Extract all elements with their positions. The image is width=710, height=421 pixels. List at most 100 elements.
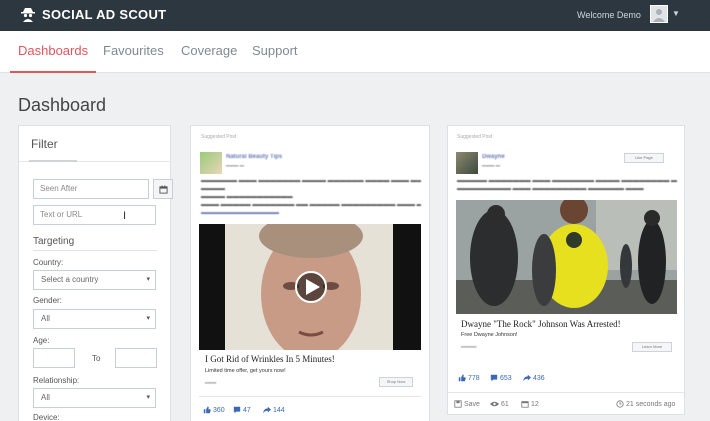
advertiser-thumbnail	[456, 152, 478, 174]
share-icon	[263, 406, 271, 414]
save-label: Save	[464, 400, 480, 408]
avatar[interactable]	[650, 5, 668, 23]
tab-favourites[interactable]: Favourites	[103, 31, 164, 73]
tab-dashboards[interactable]: Dashboards	[10, 31, 97, 73]
device-label: Device:	[33, 413, 60, 421]
sponsored-label: Suggested Post	[457, 134, 493, 140]
ad-image-scene	[456, 200, 677, 314]
post-text-line: ▬▬▬▬▬▬▬▬▬ ▬▬▬ ▬▬▬▬▬▬▬▬▬ ▬▬▬▬▬▬ ▬▬▬	[457, 186, 644, 192]
country-label: Country:	[33, 258, 64, 267]
age-to-label: To	[92, 354, 101, 363]
sponsored-label: Suggested Post	[201, 134, 237, 140]
chevron-down-icon: ▾	[146, 315, 150, 322]
views-stat: 61	[490, 400, 509, 408]
age-from-input[interactable]	[33, 348, 75, 368]
comment-icon	[233, 406, 241, 414]
main-nav: Dashboards Favourites Coverage Support	[0, 31, 710, 73]
tab-support[interactable]: Support	[252, 31, 298, 73]
ad-video[interactable]	[199, 224, 421, 350]
comment-icon	[490, 374, 498, 382]
shares-stat[interactable]: 436	[523, 374, 545, 382]
post-text-line: ▬▬▬ ▬▬▬▬▬ ▬▬▬▬▬▬▬ ▬▬ ▬▬▬▬▬ ▬▬▬▬▬▬▬▬▬ ▬▬▬…	[201, 202, 421, 208]
ad-description: Free Dwayne Johnson!	[461, 332, 518, 338]
shares-count: 436	[533, 374, 545, 382]
chevron-down-icon[interactable]: ▼	[672, 9, 680, 18]
section-divider	[33, 250, 157, 251]
spy-icon	[21, 8, 35, 22]
post-text-line: ▬▬▬▬	[201, 186, 225, 192]
seen-after-input[interactable]: Seen After	[33, 179, 149, 199]
post-text-line: ▬▬▬▬ ▬▬▬▬▬▬▬▬▬▬▬	[201, 194, 293, 200]
like-page-button[interactable]: Like Page	[624, 153, 664, 163]
time-ago: 21 seconds ago	[626, 400, 676, 408]
gender-label: Gender:	[33, 296, 62, 305]
relationship-select[interactable]: All ▾	[33, 388, 156, 408]
shop-now-button[interactable]: Shop Now	[379, 377, 413, 387]
eye-icon	[490, 401, 499, 407]
user-icon	[653, 9, 665, 22]
learn-more-button[interactable]: Learn More	[632, 342, 672, 352]
filter-header: Filter	[19, 126, 170, 162]
days-stat: 12	[521, 400, 539, 408]
calendar-button[interactable]	[153, 179, 173, 199]
thumbs-up-icon	[203, 406, 211, 414]
last-seen: 21 seconds ago	[616, 400, 675, 408]
ad-description: Limited time offer, get yours now!	[205, 368, 286, 374]
page-title: Dashboard	[18, 95, 107, 115]
card-divider	[448, 392, 684, 393]
text-url-input[interactable]: Text or URL	[33, 205, 156, 225]
filter-panel: Filter Seen After Text or URL I Targetin…	[18, 125, 173, 421]
advertiser-name[interactable]: Natural Beauty Tips	[226, 154, 282, 160]
welcome-text: Welcome Demo	[577, 10, 641, 20]
ad-headline[interactable]: I Got Rid of Wrinkles In 5 Minutes!	[205, 354, 335, 364]
filter-title-underline	[29, 160, 77, 162]
ad-domain: ▪▪▪▪▪▪▪▪	[205, 380, 217, 385]
chevron-down-icon: ▾	[146, 394, 150, 401]
text-cursor-icon: I	[123, 210, 127, 222]
comments-count: 47	[243, 406, 251, 414]
country-select[interactable]: Select a country ▾	[33, 270, 156, 290]
post-date: ▪▪▪▪▪▪▪▪▪ ▪▪▪	[482, 163, 501, 168]
age-to-input[interactable]	[115, 348, 157, 368]
post-date: ▪▪▪▪▪▪▪▪▪ ▪▪▪	[226, 163, 245, 168]
tab-coverage[interactable]: Coverage	[181, 31, 237, 73]
likes-stat[interactable]: 778	[458, 374, 480, 382]
ad-domain: ▪▪▪▪▪▪▪▪▪▪▪	[461, 344, 477, 349]
ad-card[interactable]: Suggested Post Dwayne ▪▪▪▪▪▪▪▪▪ ▪▪▪ Like…	[447, 125, 685, 415]
post-text-line: ▬▬▬▬▬ ▬▬▬▬▬▬▬ ▬▬▬ ▬▬▬▬▬▬▬ ▬▬▬▬ ▬▬▬▬▬▬▬▬ …	[457, 178, 677, 184]
relationship-value: All	[41, 393, 50, 402]
relationship-label: Relationship:	[33, 376, 80, 385]
card-divider	[199, 396, 421, 397]
ad-video-frame	[225, 224, 393, 350]
save-button[interactable]: Save	[454, 400, 480, 408]
comments-stat[interactable]: 653	[490, 374, 512, 382]
post-text-line: ▬▬▬▬▬▬ ▬▬▬ ▬▬▬▬▬▬▬ ▬▬▬▬ ▬▬▬▬▬▬ ▬▬▬▬ ▬▬▬ …	[201, 178, 421, 184]
app-logo[interactable]: SOCIAL AD SCOUT	[20, 6, 166, 22]
views-count: 61	[501, 400, 509, 408]
advertiser-name[interactable]: Dwayne	[482, 154, 505, 160]
targeting-title: Targeting	[33, 236, 75, 247]
top-bar: SOCIAL AD SCOUT Welcome Demo ▼	[0, 0, 710, 31]
share-icon	[523, 374, 531, 382]
clock-icon	[616, 400, 624, 408]
country-value: Select a country	[41, 275, 99, 284]
ad-card[interactable]: Suggested Post Natural Beauty Tips ▪▪▪▪▪…	[190, 125, 430, 421]
likes-count: 778	[468, 374, 480, 382]
calendar-icon	[158, 184, 168, 194]
calendar-icon	[521, 401, 529, 408]
comments-stat[interactable]: 47	[233, 406, 251, 414]
ad-image[interactable]	[456, 200, 677, 314]
comments-count: 653	[500, 374, 512, 382]
gender-value: All	[41, 314, 50, 323]
gender-select[interactable]: All ▾	[33, 309, 156, 329]
advertiser-thumbnail	[200, 152, 222, 174]
shares-stat[interactable]: 144	[263, 406, 285, 414]
likes-count: 360	[213, 406, 225, 414]
likes-stat[interactable]: 360	[203, 406, 225, 414]
save-icon	[454, 400, 462, 408]
filter-title: Filter	[31, 137, 58, 151]
days-count: 12	[531, 400, 539, 408]
ad-headline[interactable]: Dwayne "The Rock" Johnson Was Arrested!	[461, 319, 621, 329]
age-label: Age:	[33, 336, 50, 345]
post-link[interactable]: ▬▬▬▬▬▬▬▬▬▬▬▬▬	[201, 210, 321, 216]
